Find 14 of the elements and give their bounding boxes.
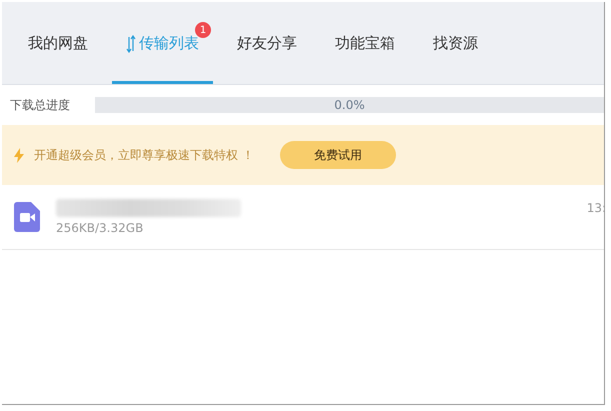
lightning-icon: [14, 148, 24, 162]
tab[interactable]: 传输列表 1: [112, 2, 213, 84]
free-trial-button[interactable]: 免费试用: [280, 141, 396, 169]
tab[interactable]: 找资源: [419, 2, 492, 84]
progress-reading: 0.0%: [334, 98, 365, 112]
file-size: 256KB/3.32GB: [56, 221, 144, 235]
video-file-icon: [14, 202, 40, 232]
progress-label: 下载总进度: [10, 96, 71, 114]
tab[interactable]: 我的网盘: [14, 2, 102, 84]
promo-text: 开通超级会员，立即尊享极速下载特权 ！: [34, 146, 254, 164]
transfer-arrows-icon: [126, 34, 136, 52]
tab[interactable]: 好友分享: [223, 2, 311, 84]
count-badge: 1: [195, 22, 211, 38]
tab[interactable]: 功能宝箱: [321, 2, 409, 84]
